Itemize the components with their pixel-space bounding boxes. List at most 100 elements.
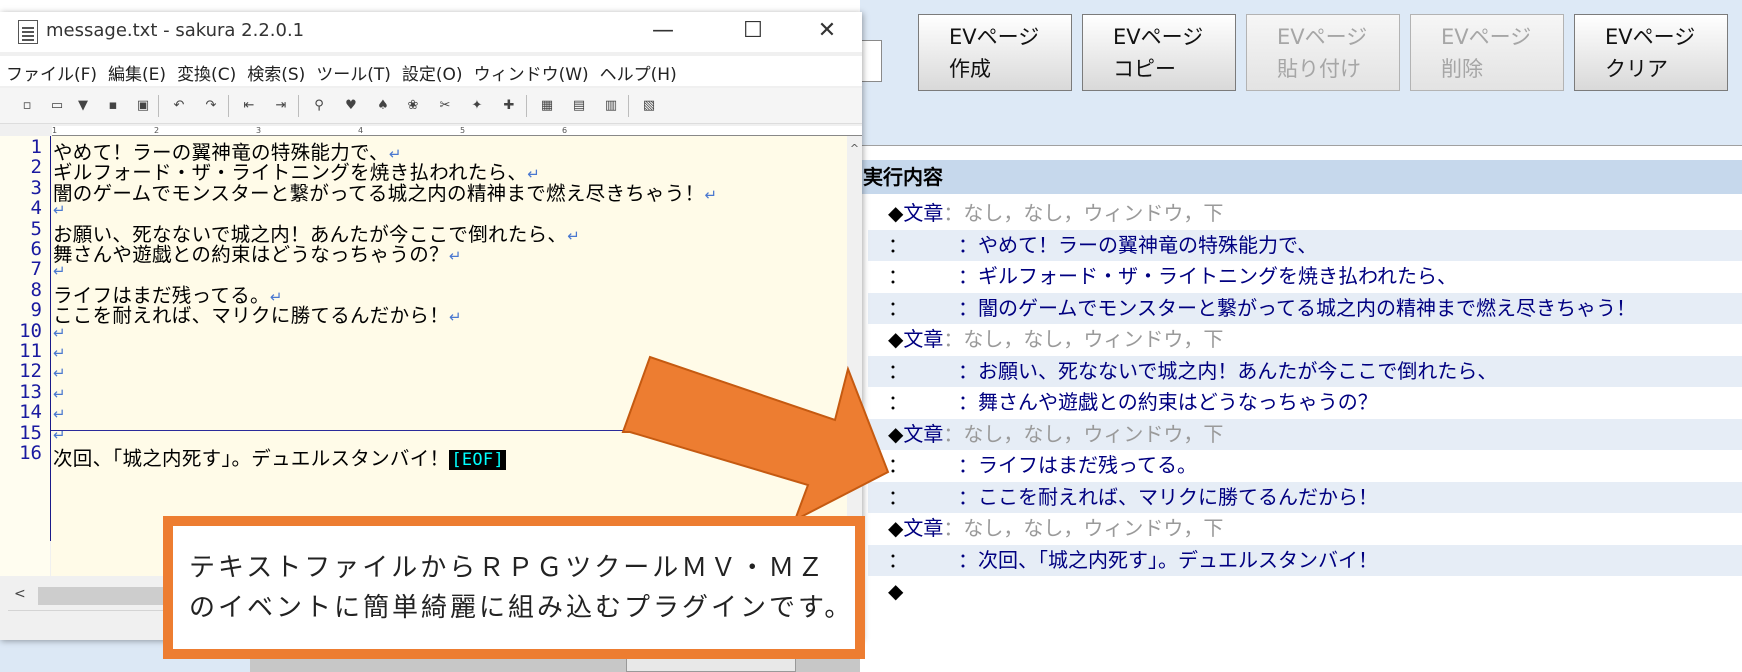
outline-icon[interactable]: ▥ [602,97,620,115]
line-number: 8 [30,278,42,301]
undo-icon[interactable]: ↶ [170,97,188,115]
menu-item-7[interactable]: ヘルプ(H) [594,56,682,85]
exec-row[interactable]: ◆ [868,576,1742,608]
scroll-up-arrow-icon[interactable]: ^ [847,142,862,156]
command-marker: ◆ [888,201,904,225]
exec-row[interactable]: ： ：闇のゲームでモンスターと繋がってる城之内の精神まで燃え尽きちゃう！ [868,292,1742,324]
exec-row[interactable]: ： ：やめて！ラーの翼神竜の特殊能力で、 [868,229,1742,261]
command-label: 文章 [903,421,944,446]
return-mark-icon: ↵ [53,262,66,281]
return-mark-icon: ↵ [449,308,462,327]
scroll-left-arrow-icon[interactable]: < [14,586,26,602]
toolbar-separator [228,95,229,117]
event-page-button-4[interactable]: EVページ 削除 [1410,14,1564,91]
heart-icon[interactable]: ♥ [342,97,360,115]
text-line: 次回、「城之内死す」。デュエルスタンバイ！ [EOF] [53,442,506,471]
line-number: 10 [19,319,42,342]
exec-row[interactable]: ： ：次回、「城之内死す」。デュエルスタンバイ！ [868,544,1742,576]
event-page-button-3[interactable]: EVページ 貼り付け [1246,14,1400,91]
line-number: 11 [19,340,42,362]
continuation-marker: ： [888,547,908,572]
line-content: 舞さんや遊戯との約束はどうなっちゃうの？ [53,243,449,266]
event-page-button-2[interactable]: EVページ コピー [1082,14,1236,91]
dropdown-icon[interactable]: ▼ [74,97,92,115]
open-file-icon[interactable]: ▭ [48,97,66,115]
return-mark-icon: ↵ [53,201,66,220]
new-file-icon[interactable]: ▫ [18,97,36,115]
exec-row[interactable]: ◆文章：なし，なし，ウィンドウ，下 [868,198,1742,230]
line-number: 3 [30,176,42,199]
exec-row[interactable]: ： ：お願い、死なないで城之内！あんたが今ここで倒れたら、 [868,355,1742,387]
gutter-divider [50,136,51,541]
ruler: 1 2 3 4 5 6 [52,126,862,136]
return-mark-icon: ↵ [704,185,718,204]
replace-icon[interactable]: ✂ [436,97,454,115]
settings-icon[interactable]: ▧ [640,97,658,115]
marker-icon[interactable]: ♠ [374,97,392,115]
toolbar-separator [298,95,299,117]
continuation-marker: ： [888,232,908,257]
tag-icon[interactable]: ✚ [500,97,518,115]
close-button[interactable]: ✕ [804,16,850,46]
event-page-button-1[interactable]: EVページ 作成 [918,14,1072,91]
menu-item-5[interactable]: 設定(O) [396,56,468,85]
exec-row[interactable]: ： ：舞さんや遊戯との約束はどうなっちゃうの？ [868,387,1742,419]
message-text: ：ライフはまだ残ってる。 [958,453,1197,477]
save-all-icon[interactable]: ▣ [134,97,152,115]
exec-row[interactable]: ◆文章：なし，なし，ウィンドウ，下 [868,513,1742,545]
exec-row[interactable]: ： ：ここを耐えれば、マリクに勝てるんだから！ [868,481,1742,513]
exec-row[interactable]: ◆文章：なし，なし，ウィンドウ，下 [868,418,1742,450]
return-mark-icon: ↵ [53,323,66,342]
menu-bar: ファイル(F) 編集(E) 変換(C) 検索(S) ツール(T) 設定(O) ウィンドウ(W… [0,56,862,86]
compare-icon[interactable]: ▦ [538,97,556,115]
text-line: ここを耐えれば、マリクに勝てるんだから！↵ [53,299,462,328]
ruler-mark: 4 [358,126,364,135]
redo-icon[interactable]: ↷ [202,97,220,115]
title-bar[interactable]: message.txt - sakura 2.2.0.1 — ☐ ✕ [0,12,862,52]
continuation-marker: ： [888,390,908,414]
toolbar: ▫ ▭ ▼ ▪ ▣ ↶ ↷ ⇤ ⇥ ⚲ ♥ ♠ ❀ ✂ ✦ ✚ ▦ ▤ ▥ ▧ [0,88,862,124]
menu-item-1[interactable]: 編集(E) [102,56,171,85]
command-params: ：なし，なし，ウィンドウ，下 [943,327,1224,351]
line-number: 12 [19,360,42,383]
command-marker: ◆ [888,516,904,540]
jump-icon[interactable]: ✦ [468,97,486,115]
minimize-button[interactable]: — [640,16,686,46]
continuation-marker: ： [888,453,908,477]
next-icon[interactable]: ⇥ [272,97,290,115]
message-text: ：お願い、死なないで城之内！あんたが今ここで倒れたら、 [958,358,1498,383]
menu-item-4[interactable]: ツール(T) [310,56,396,85]
exec-row[interactable]: ◆文章：なし，なし，ウィンドウ，下 [868,324,1742,356]
cursor-underline [51,430,847,431]
maximize-button[interactable]: ☐ [730,16,776,46]
find-icon[interactable]: ❀ [404,97,422,115]
plugin-description-callout: テキストファイルからＲＰＧツクールＭＶ・ＭＺ のイベントに簡単綺麗に組み込むプラ… [163,516,865,659]
prev-icon[interactable]: ⇤ [240,97,258,115]
text-editing-area[interactable]: やめて！ラーの翼神竜の特殊能力で、↵ ギルフォード・ザ・ライトニングを焼き払われた… [51,136,847,576]
return-mark-icon: ↵ [448,247,462,265]
search-icon[interactable]: ⚲ [310,97,328,115]
continuation-marker: ： [888,484,908,509]
exec-row[interactable]: ： ：ギルフォード・ザ・ライトニングを焼き払われたら、 [868,261,1742,293]
message-text: ：ギルフォード・ザ・ライトニングを焼き払われたら、 [958,264,1457,288]
window-title: message.txt - sakura 2.2.0.1 [46,20,305,41]
command-label: 文章 [903,327,944,351]
command-params: ：なし，なし，ウィンドウ，下 [943,516,1224,540]
line-number: 13 [19,380,42,403]
menu-item-3[interactable]: 検索(S) [241,56,310,85]
line-content: 次回、「城之内死す」。デュエルスタンバイ！ [53,447,450,470]
menu-item-2[interactable]: 変換(C) [171,56,241,85]
menu-item-6[interactable]: ウィンドウ(W) [468,56,594,85]
event-page-button-5[interactable]: EVページ クリア [1574,14,1728,91]
line-number: 14 [19,401,42,424]
line-number-gutter: 1 2 3 4 5 6 7 8 9 10 11 12 13 14 15 16 [0,136,50,576]
return-mark-icon: ↵ [53,405,66,424]
return-mark-icon: ↵ [53,364,66,383]
vertical-scrollbar[interactable]: ^ [847,136,862,576]
grep-icon[interactable]: ▤ [570,97,588,115]
execution-content-list[interactable]: ◆文章：なし，なし，ウィンドウ，下：：やめて！ラーの翼神竜の特殊能力で、：：ギル… [868,198,1742,608]
menu-item-0[interactable]: ファイル(F) [0,56,102,85]
ruler-mark: 1 [52,126,58,135]
exec-row[interactable]: ： ：ライフはまだ残ってる。 [868,450,1742,482]
save-icon[interactable]: ▪ [104,97,122,115]
